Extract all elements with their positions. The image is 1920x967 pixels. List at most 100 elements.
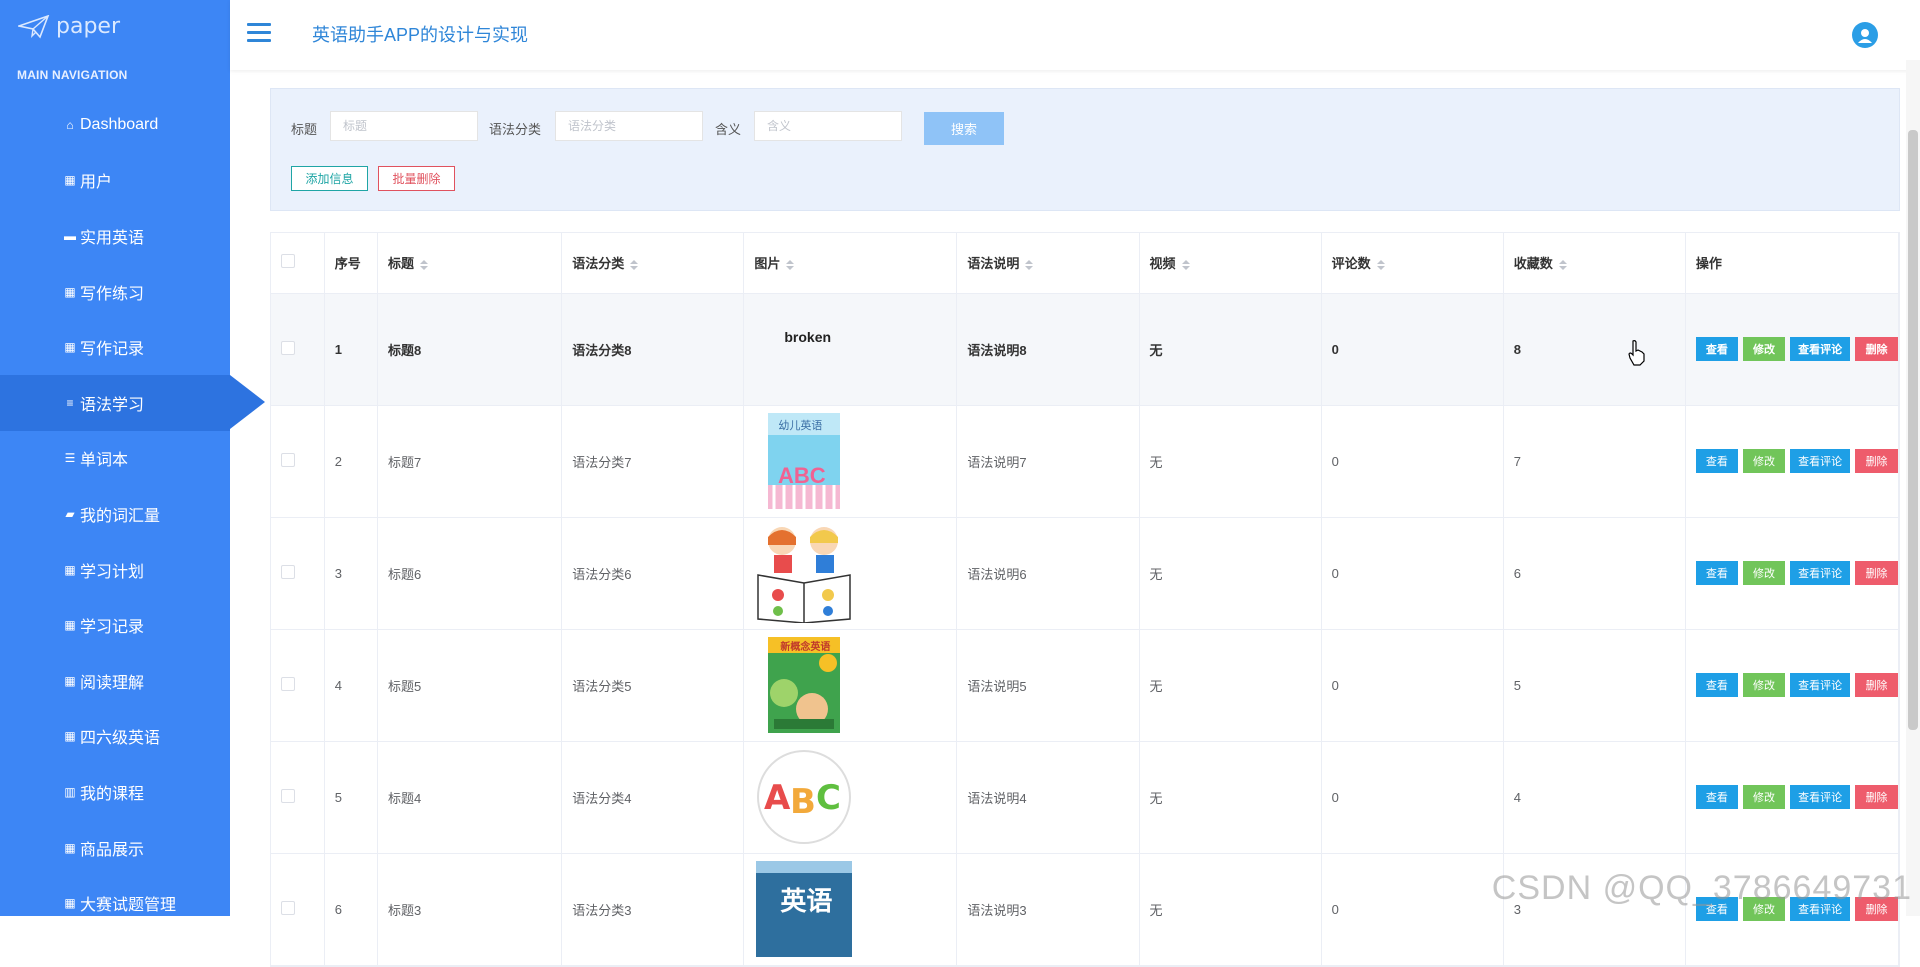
edit-button[interactable]: 修改 bbox=[1742, 561, 1786, 585]
sort-icon[interactable] bbox=[786, 259, 795, 270]
sidebar-item-label: 实用英语 bbox=[80, 229, 145, 247]
sort-icon[interactable] bbox=[1376, 259, 1385, 270]
view-button[interactable]: 查看 bbox=[1695, 561, 1738, 585]
page-scrollbar[interactable] bbox=[1906, 60, 1920, 916]
cell-image: ABC bbox=[743, 741, 958, 854]
book-title: 新概念英语 bbox=[780, 642, 831, 653]
sort-icon[interactable] bbox=[1181, 259, 1190, 270]
checkbox-cell bbox=[271, 741, 325, 854]
view-comments-button[interactable]: 查看评论 bbox=[1790, 337, 1851, 361]
sort-icon[interactable] bbox=[1558, 259, 1567, 270]
sort-icon[interactable] bbox=[1025, 259, 1034, 270]
top-bar: 英语助手APP的设计与实现 bbox=[230, 0, 1920, 70]
view-button[interactable]: 查看 bbox=[1695, 337, 1738, 361]
sidebar-item[interactable]: ▦ 学习计划 bbox=[0, 542, 230, 598]
header-title[interactable]: 标题 bbox=[377, 233, 563, 294]
cell-video: 无 bbox=[1139, 853, 1322, 966]
category-search-input[interactable] bbox=[555, 111, 703, 141]
header-image[interactable]: 图片 bbox=[743, 233, 958, 294]
row-checkbox[interactable] bbox=[281, 900, 295, 915]
view-comments-button[interactable]: 查看评论 bbox=[1790, 561, 1851, 585]
row-checkbox[interactable] bbox=[281, 452, 295, 467]
list-icon: ≡ bbox=[66, 395, 74, 410]
header-index: 序号 bbox=[324, 233, 379, 294]
header-comments[interactable]: 评论数 bbox=[1321, 233, 1504, 294]
table-row[interactable]: 1 标题8 语法分类8 broken 语法说明8 无 0 8 查看 修改 查看评论 删除 bbox=[271, 293, 1900, 406]
sliders-icon: ☰ bbox=[64, 451, 76, 466]
cell-category: 语法分类5 bbox=[561, 629, 745, 742]
add-info-button[interactable]: 添加信息 bbox=[291, 166, 368, 191]
sidebar-item[interactable]: ▦ 商品展示 bbox=[0, 820, 230, 876]
sidebar-item[interactable]: ▦ 学习记录 bbox=[0, 597, 230, 653]
logo[interactable]: paper bbox=[18, 14, 120, 39]
cell-description: 语法说明8 bbox=[956, 293, 1140, 406]
sidebar-item[interactable]: ▦ 写作练习 bbox=[0, 264, 230, 320]
table-row[interactable]: 5 标题4 语法分类4 A B C 语法说明4 无 0 4 查看 修改 查看评论 删除 bbox=[271, 741, 1900, 854]
table-row[interactable]: 4 标题5 语法分类5 新概念英语 语法说明5 无 0 5 查看 修改 查看评论 删除 bbox=[271, 629, 1900, 742]
view-comments-button[interactable]: 查看评论 bbox=[1790, 449, 1851, 473]
view-comments-button[interactable]: 查看评论 bbox=[1790, 673, 1851, 697]
delete-button[interactable]: 删除 bbox=[1855, 561, 1898, 585]
sidebar-item[interactable]: ≡ 语法学习 bbox=[0, 374, 265, 431]
cell-category: 语法分类6 bbox=[561, 517, 745, 630]
view-button[interactable]: 查看 bbox=[1695, 673, 1738, 697]
cell-video: 无 bbox=[1139, 405, 1322, 518]
sidebar-item[interactable]: ⌂ Dashboard bbox=[0, 97, 230, 153]
edit-button[interactable]: 修改 bbox=[1742, 337, 1786, 361]
search-button[interactable]: 搜索 bbox=[924, 112, 1004, 145]
sidebar-item[interactable]: ▥ 我的课程 bbox=[0, 764, 230, 820]
sidebar-item[interactable]: ☰ 单词本 bbox=[0, 431, 230, 487]
sort-icon[interactable] bbox=[630, 259, 639, 270]
batch-delete-button[interactable]: 批量删除 bbox=[378, 166, 455, 191]
delete-button[interactable]: 删除 bbox=[1855, 337, 1898, 361]
search-panel: 标题 语法分类 含义 搜索 添加信息 批量删除 bbox=[270, 88, 1900, 211]
row-image: broken bbox=[754, 299, 854, 399]
header-category[interactable]: 语法分类 bbox=[561, 233, 745, 294]
grid-icon: ▦ bbox=[64, 284, 76, 299]
sidebar-item[interactable]: ▦ 四六级英语 bbox=[0, 709, 230, 765]
row-checkbox[interactable] bbox=[281, 676, 295, 691]
cell-video: 无 bbox=[1139, 293, 1322, 406]
cell-actions: 查看 修改 查看评论 删除 bbox=[1685, 405, 1900, 518]
sidebar-item[interactable]: ▦ 写作记录 bbox=[0, 319, 230, 375]
abc-logo-image: ABC bbox=[757, 750, 852, 844]
row-checkbox[interactable] bbox=[281, 788, 295, 803]
sidebar-item[interactable]: ▰ 我的词汇量 bbox=[0, 486, 230, 542]
sidebar-item[interactable]: ▦ 大赛试题管理 bbox=[0, 875, 230, 931]
scrollbar-thumb[interactable] bbox=[1908, 130, 1918, 730]
header-video[interactable]: 视频 bbox=[1139, 233, 1322, 294]
svg-text:C: C bbox=[816, 778, 841, 818]
cell-title: 标题4 bbox=[377, 741, 563, 854]
cell-favorites: 4 bbox=[1503, 741, 1686, 854]
edit-button[interactable]: 修改 bbox=[1742, 785, 1786, 809]
sidebar: paper MAIN NAVIGATION ⌂ Dashboard ▦ 用户 ▬ 实用英语… bbox=[0, 0, 265, 916]
view-comments-button[interactable]: 查看评论 bbox=[1790, 785, 1851, 809]
view-button[interactable]: 查看 bbox=[1695, 449, 1738, 473]
meaning-search-input[interactable] bbox=[754, 111, 902, 141]
cell-actions: 查看 修改 查看评论 删除 bbox=[1685, 293, 1900, 406]
row-image: 新概念英语 bbox=[754, 635, 854, 735]
menu-toggle-icon[interactable] bbox=[247, 23, 271, 43]
delete-button[interactable]: 删除 bbox=[1855, 785, 1898, 809]
table-row[interactable]: 3 标题6 语法分类6 语法说明6 无 0 6 查看 修改 查看评论 删除 bbox=[271, 517, 1900, 630]
sort-icon[interactable] bbox=[420, 259, 429, 270]
edit-button[interactable]: 修改 bbox=[1742, 449, 1786, 473]
table-row[interactable]: 2 标题7 语法分类7 ABC 幼儿英语 语法说明7 无 0 7 查看 修改 查看评论 删除 bbox=[271, 405, 1900, 518]
delete-button[interactable]: 删除 bbox=[1855, 673, 1898, 697]
sidebar-item[interactable]: ▬ 实用英语 bbox=[0, 208, 230, 264]
row-checkbox[interactable] bbox=[281, 340, 295, 355]
header-favorites[interactable]: 收藏数 bbox=[1503, 233, 1686, 294]
mouse-pointer-icon bbox=[1628, 340, 1645, 366]
edit-button[interactable]: 修改 bbox=[1742, 673, 1786, 697]
header-description[interactable]: 语法说明 bbox=[956, 233, 1140, 294]
delete-button[interactable]: 删除 bbox=[1855, 449, 1898, 473]
sidebar-item[interactable]: ▦ 阅读理解 bbox=[0, 653, 230, 709]
user-avatar[interactable] bbox=[1852, 22, 1878, 48]
sidebar-item[interactable]: ▦ 用户 bbox=[0, 153, 230, 209]
sidebar-item-label: 单词本 bbox=[80, 452, 129, 470]
title-search-input[interactable] bbox=[330, 111, 478, 141]
row-checkbox[interactable] bbox=[281, 564, 295, 579]
select-all-checkbox[interactable] bbox=[281, 254, 295, 269]
view-button[interactable]: 查看 bbox=[1695, 785, 1738, 809]
grid-icon: ▦ bbox=[64, 618, 76, 633]
